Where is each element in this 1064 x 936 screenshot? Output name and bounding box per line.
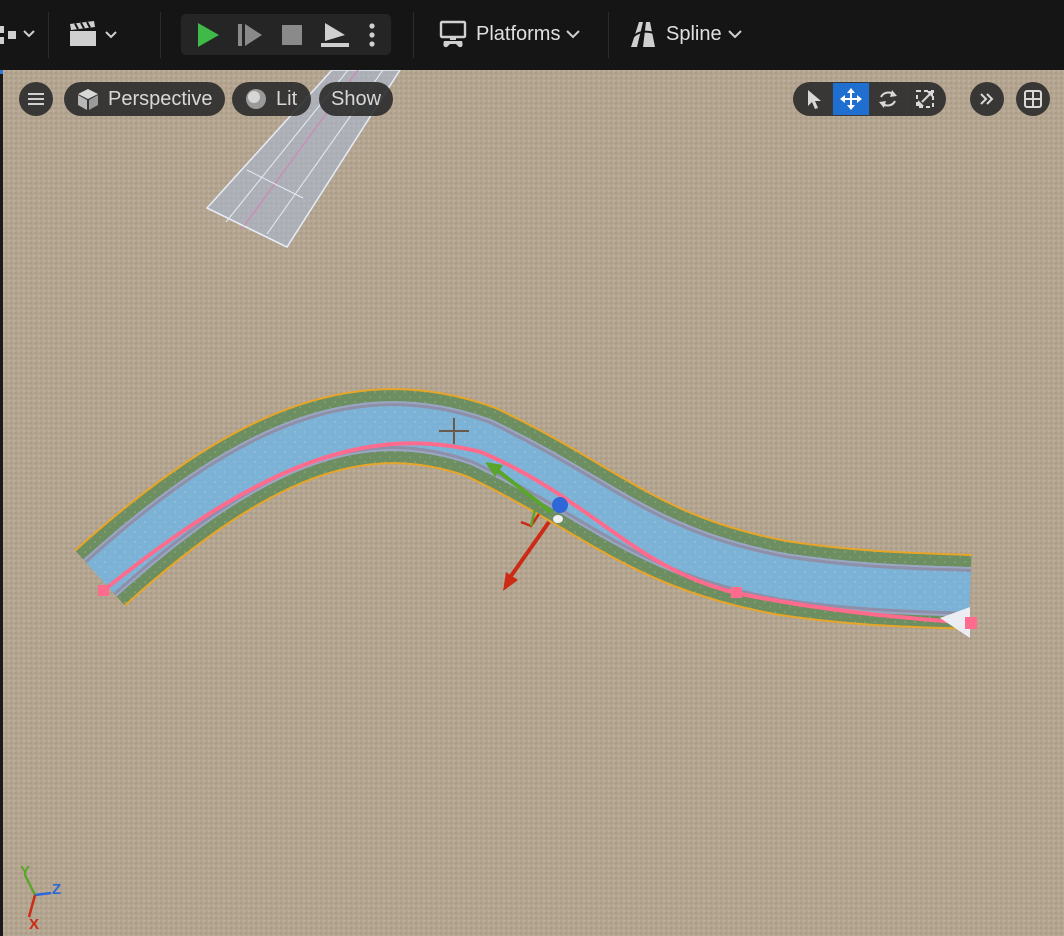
main-toolbar: Platforms Spline	[0, 0, 1064, 70]
viewport-options-button[interactable]	[19, 82, 53, 116]
lit-label: Lit	[276, 87, 298, 110]
road-spline-icon	[631, 22, 655, 47]
eject-icon	[321, 22, 349, 47]
frame-advance-icon	[238, 23, 262, 46]
double-chevron-right-icon	[980, 93, 994, 105]
play-icon	[198, 22, 219, 47]
axis-y-label: Y	[20, 863, 31, 880]
perspective-label: Perspective	[108, 87, 213, 110]
spline-point-mid[interactable]	[731, 587, 742, 598]
axis-x-label: X	[29, 916, 40, 933]
select-tool-button[interactable]	[796, 83, 832, 115]
move-arrows-icon	[840, 88, 862, 110]
spline-label: Spline	[666, 22, 722, 45]
spline-dropdown[interactable]: Spline	[628, 14, 742, 54]
modes-dropdown[interactable]	[0, 14, 38, 54]
lit-sphere-icon	[246, 89, 266, 109]
viewport-layout-button[interactable]	[1016, 82, 1050, 116]
more-tools-button[interactable]	[970, 82, 1004, 116]
road-spline-mesh	[74, 388, 972, 630]
transform-tools	[793, 82, 946, 116]
translate-tool-button[interactable]	[832, 83, 869, 115]
rotate-icon	[879, 90, 897, 108]
clapperboard-icon	[70, 21, 117, 46]
modes-icon	[0, 26, 35, 44]
show-label: Show	[331, 87, 382, 110]
advance-frame-button[interactable]	[231, 14, 269, 55]
eject-button[interactable]	[315, 14, 355, 55]
cinematics-dropdown[interactable]	[66, 14, 124, 54]
play-options-button[interactable]	[361, 14, 383, 55]
platforms-icon	[439, 20, 467, 48]
play-controls	[181, 14, 391, 55]
perspective-dropdown[interactable]: Perspective	[64, 82, 225, 116]
platforms-dropdown[interactable]: Platforms	[438, 14, 581, 54]
stop-icon	[282, 24, 302, 45]
scale-tool-button[interactable]	[906, 83, 943, 115]
gizmo-z-handle-icon[interactable]	[552, 497, 568, 513]
spline-point-start[interactable]	[98, 585, 109, 596]
spline-point-end[interactable]	[965, 617, 977, 629]
show-dropdown[interactable]: Show	[319, 82, 394, 116]
cube-icon	[78, 89, 98, 110]
platforms-label: Platforms	[476, 22, 561, 45]
rotate-tool-button[interactable]	[869, 83, 906, 115]
grid-layout-icon	[1024, 90, 1042, 108]
play-button[interactable]	[189, 14, 227, 55]
stop-button[interactable]	[273, 14, 311, 55]
scene-render	[74, 70, 977, 638]
hamburger-menu-icon	[28, 93, 44, 105]
level-viewport[interactable]: Perspective Lit Show Y Z X	[3, 70, 1064, 936]
scale-icon	[916, 90, 934, 108]
view-mode-dropdown[interactable]: Lit	[232, 82, 312, 116]
more-vertical-icon	[369, 22, 375, 47]
chevron-down-icon	[566, 30, 581, 39]
cursor-arrow-icon	[808, 90, 821, 109]
axis-z-label: Z	[52, 881, 62, 898]
chevron-down-icon	[727, 30, 742, 39]
